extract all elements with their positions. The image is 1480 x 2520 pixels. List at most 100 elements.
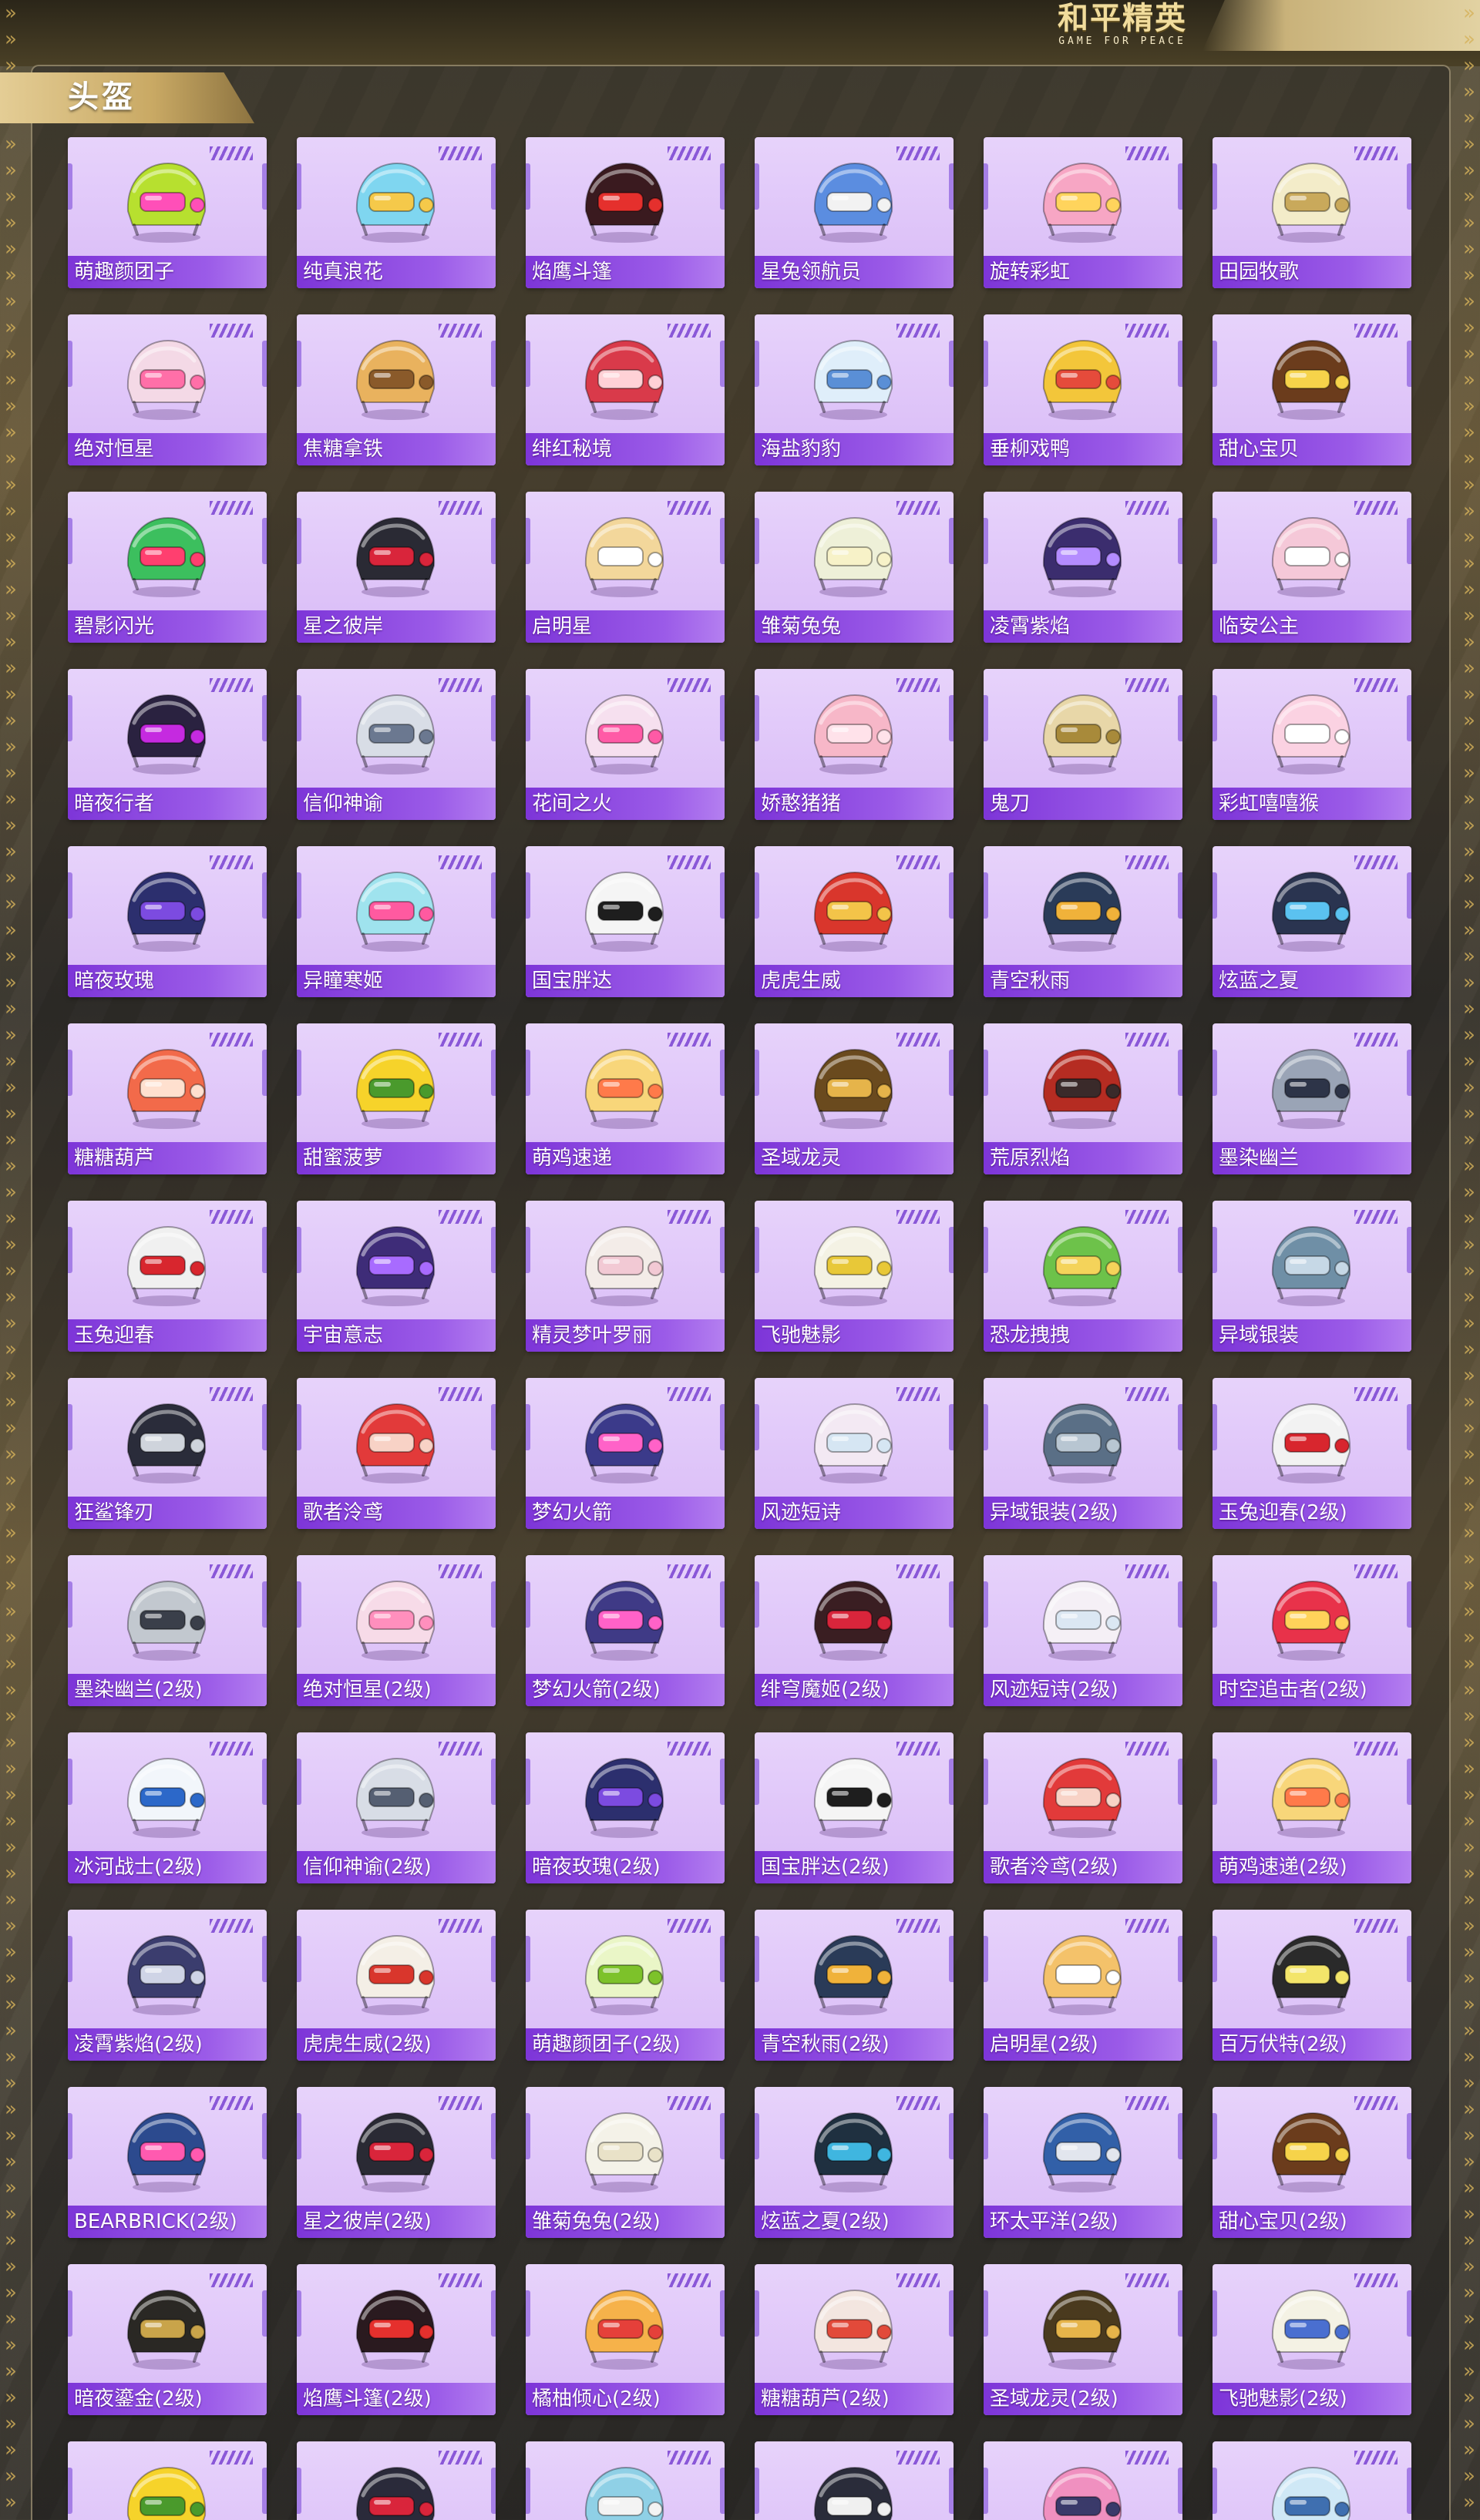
helmet-card[interactable]: 异域银装 xyxy=(1213,1201,1411,1352)
helmet-card[interactable] xyxy=(297,2441,496,2520)
helmet-name: 凌霄紫焰 xyxy=(990,615,1071,638)
helmet-card[interactable]: 墨染幽兰 xyxy=(1213,1023,1411,1174)
helmet-card[interactable]: 精灵梦叶罗丽 xyxy=(526,1201,725,1352)
helmet-card[interactable]: 宇宙意志 xyxy=(297,1201,496,1352)
helmet-card[interactable]: 冰河战士(2级) xyxy=(68,1732,267,1883)
helmet-card[interactable]: 墨染幽兰(2级) xyxy=(68,1555,267,1706)
helmet-card[interactable]: 风迹短诗 xyxy=(755,1378,954,1529)
helmet-card[interactable]: 暗夜鎏金(2级) xyxy=(68,2264,267,2415)
helmet-card[interactable]: 时空追击者(2级) xyxy=(1213,1555,1411,1706)
helmet-card[interactable]: 绝对恒星 xyxy=(68,314,267,465)
helmet-card[interactable] xyxy=(755,2441,954,2520)
helmet-card[interactable]: 飞驰魅影 xyxy=(755,1201,954,1352)
helmet-card[interactable]: 环太平洋(2级) xyxy=(984,2087,1182,2238)
helmet-card[interactable]: 旋转彩虹 xyxy=(984,137,1182,288)
helmet-card[interactable]: 虎虎生威 xyxy=(755,846,954,997)
helmet-card[interactable]: 纯真浪花 xyxy=(297,137,496,288)
helmet-card[interactable]: 橘柚倾心(2级) xyxy=(526,2264,725,2415)
helmet-card[interactable]: 星之彼岸 xyxy=(297,492,496,643)
rarity-stripes xyxy=(668,1210,711,1224)
helmet-card[interactable]: 雏菊兔兔 xyxy=(755,492,954,643)
helmet-card[interactable]: 飞驰魅影(2级) xyxy=(1213,2264,1411,2415)
helmet-card[interactable]: 信仰神谕 xyxy=(297,669,496,820)
helmet-card[interactable]: 鬼刀 xyxy=(984,669,1182,820)
helmet-name: 青空秋雨(2级) xyxy=(761,2033,890,2056)
helmet-name: 垂柳戏鸭 xyxy=(990,438,1071,461)
helmet-card[interactable]: 炫蓝之夏(2级) xyxy=(755,2087,954,2238)
helmet-icon xyxy=(1033,2278,1132,2374)
helmet-card[interactable]: 圣域龙灵 xyxy=(755,1023,954,1174)
helmet-card[interactable]: 甜心宝贝 xyxy=(1213,314,1411,465)
helmet-card[interactable]: 萌鸡速递(2级) xyxy=(1213,1732,1411,1883)
helmet-name: 炫蓝之夏 xyxy=(1219,969,1300,993)
helmet-card[interactable]: 暗夜玫瑰(2级) xyxy=(526,1732,725,1883)
helmet-card[interactable]: 萌鸡速递 xyxy=(526,1023,725,1174)
helmet-card[interactable]: 焦糖拿铁 xyxy=(297,314,496,465)
helmet-icon xyxy=(346,1215,445,1310)
helmet-card[interactable]: 玉兔迎春 xyxy=(68,1201,267,1352)
helmet-icon xyxy=(575,506,674,601)
rarity-stripes xyxy=(1354,146,1398,160)
helmet-card[interactable]: 暗夜玫瑰 xyxy=(68,846,267,997)
helmet-card[interactable]: 炫蓝之夏 xyxy=(1213,846,1411,997)
helmet-card[interactable]: 彩虹嘻嘻猴 xyxy=(1213,669,1411,820)
helmet-card[interactable]: 恐龙拽拽 xyxy=(984,1201,1182,1352)
rarity-stripes xyxy=(439,501,482,515)
helmet-icon xyxy=(1033,151,1132,247)
helmet-card[interactable]: 临安公主 xyxy=(1213,492,1411,643)
helmet-card[interactable]: 青空秋雨 xyxy=(984,846,1182,997)
helmet-card[interactable]: 甜蜜菠萝 xyxy=(297,1023,496,1174)
helmet-card[interactable]: 花间之火 xyxy=(526,669,725,820)
helmet-card[interactable]: 国宝胖达(2级) xyxy=(755,1732,954,1883)
helmet-card[interactable]: 绝对恒星(2级) xyxy=(297,1555,496,1706)
helmet-name: 萌趣颜团子(2级) xyxy=(532,2033,681,2056)
helmet-card[interactable]: 萌趣颜团子(2级) xyxy=(526,1910,725,2061)
helmet-card[interactable]: 国宝胖达 xyxy=(526,846,725,997)
helmet-card[interactable]: 绯红秘境 xyxy=(526,314,725,465)
helmet-card[interactable]: 狂鲨锋刃 xyxy=(68,1378,267,1529)
helmet-card[interactable]: BEARBRICK(2级) xyxy=(68,2087,267,2238)
helmet-card[interactable]: 糖糖葫芦 xyxy=(68,1023,267,1174)
helmet-card[interactable]: 娇憨猪猪 xyxy=(755,669,954,820)
helmet-card[interactable]: 歌者泠鸢(2级) xyxy=(984,1732,1182,1883)
helmet-card[interactable]: 绯穹魔姬(2级) xyxy=(755,1555,954,1706)
helmet-card[interactable]: 雏菊兔兔(2级) xyxy=(526,2087,725,2238)
helmet-card[interactable]: 甜心宝贝(2级) xyxy=(1213,2087,1411,2238)
helmet-card[interactable]: 荒原烈焰 xyxy=(984,1023,1182,1174)
helmet-card[interactable]: 暗夜行者 xyxy=(68,669,267,820)
helmet-card[interactable]: 凌霄紫焰 xyxy=(984,492,1182,643)
helmet-card[interactable]: 梦幻火箭 xyxy=(526,1378,725,1529)
helmet-card[interactable]: 百万伏特(2级) xyxy=(1213,1910,1411,2061)
helmet-card[interactable]: 启明星(2级) xyxy=(984,1910,1182,2061)
helmet-card[interactable]: 焰鹰斗篷(2级) xyxy=(297,2264,496,2415)
helmet-card[interactable]: 启明星 xyxy=(526,492,725,643)
helmet-name: 海盐豹豹 xyxy=(761,438,842,461)
helmet-card[interactable]: 虎虎生威(2级) xyxy=(297,1910,496,2061)
helmet-card[interactable]: 田园牧歌 xyxy=(1213,137,1411,288)
helmet-card[interactable]: 异域银装(2级) xyxy=(984,1378,1182,1529)
helmet-card[interactable]: 星兔领航员 xyxy=(755,137,954,288)
helmet-card[interactable] xyxy=(1213,2441,1411,2520)
helmet-card[interactable]: 凌霄紫焰(2级) xyxy=(68,1910,267,2061)
helmet-name: 虎虎生威(2级) xyxy=(303,2033,432,2056)
helmet-card[interactable]: 异瞳寒姬 xyxy=(297,846,496,997)
helmet-card[interactable]: 梦幻火箭(2级) xyxy=(526,1555,725,1706)
helmet-card[interactable]: 萌趣颜团子 xyxy=(68,137,267,288)
helmet-card[interactable]: 焰鹰斗篷 xyxy=(526,137,725,288)
helmet-card[interactable]: 信仰神谕(2级) xyxy=(297,1732,496,1883)
helmet-card[interactable]: 圣域龙灵(2级) xyxy=(984,2264,1182,2415)
helmet-card[interactable]: 风迹短诗(2级) xyxy=(984,1555,1182,1706)
helmet-card[interactable]: 玉兔迎春(2级) xyxy=(1213,1378,1411,1529)
helmet-card[interactable]: 海盐豹豹 xyxy=(755,314,954,465)
helmet-card[interactable]: 糖糖葫芦(2级) xyxy=(755,2264,954,2415)
rarity-stripes xyxy=(1125,501,1169,515)
helmet-card[interactable]: 垂柳戏鸭 xyxy=(984,314,1182,465)
helmet-card[interactable] xyxy=(526,2441,725,2520)
helmet-card[interactable]: 星之彼岸(2级) xyxy=(297,2087,496,2238)
helmet-card[interactable]: 碧影闪光 xyxy=(68,492,267,643)
helmet-card[interactable]: 青空秋雨(2级) xyxy=(755,1910,954,2061)
helmet-card[interactable] xyxy=(68,2441,267,2520)
helmet-card[interactable]: 歌者泠鸢 xyxy=(297,1378,496,1529)
rarity-stripes xyxy=(896,2096,940,2110)
helmet-card[interactable] xyxy=(984,2441,1182,2520)
